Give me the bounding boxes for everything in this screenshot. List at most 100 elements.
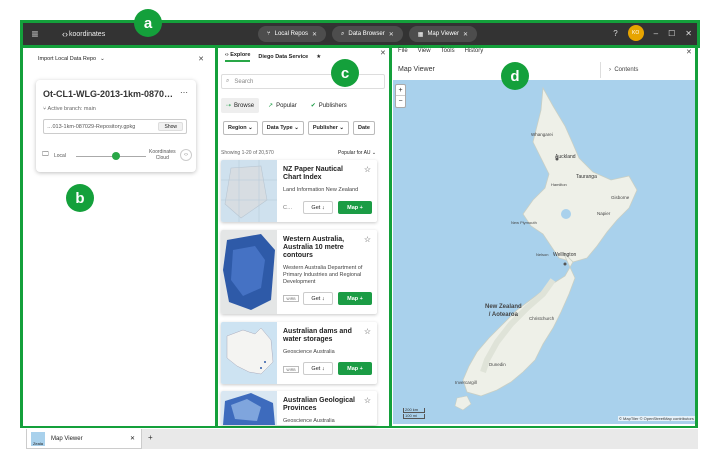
map-canvas[interactable]: Auckland Tauranga Whangarei Gisborne Nap… bbox=[393, 80, 695, 424]
dataset-thumbnail bbox=[221, 391, 277, 425]
menu-tools[interactable]: Tools bbox=[441, 48, 455, 54]
dataset-thumbnail bbox=[221, 230, 277, 314]
map-label-new-plymouth: New Plymouth bbox=[511, 220, 537, 225]
map-button[interactable]: Map + bbox=[338, 292, 372, 305]
publisher-logo: C… bbox=[283, 205, 293, 211]
star-icon[interactable]: ★ bbox=[316, 54, 321, 60]
tab-explore[interactable]: ‹› Explore bbox=[225, 52, 251, 62]
callout-d: d bbox=[501, 62, 529, 90]
contents-toggle[interactable]: › Contents bbox=[600, 62, 694, 78]
close-icon[interactable]: ✕ bbox=[380, 49, 386, 57]
get-button[interactable]: Get ↓ bbox=[303, 201, 333, 214]
result-count: Showing 1-20 of 20,570 bbox=[221, 150, 274, 156]
repo-title: Ot-CL1-WLG-2013-1km-0870… bbox=[43, 89, 174, 99]
chevron-down-icon: ⌄ bbox=[100, 56, 105, 62]
publisher-logo: WIRB bbox=[283, 366, 299, 373]
dataset-publisher: Land Information New Zealand bbox=[283, 187, 359, 193]
zoom-controls: + − bbox=[395, 84, 406, 108]
repo-card[interactable]: Ot-CL1-WLG-2013-1km-0870… ⋯ ⑂ Active bra… bbox=[36, 80, 196, 172]
bottom-tab-bar: Zeala Map Viewer ✕ + bbox=[0, 428, 720, 469]
dataset-title[interactable]: Australian dams and water storages bbox=[283, 328, 361, 344]
map-label-dunedin: Dunedin bbox=[489, 362, 506, 367]
nav-popular[interactable]: ↗ Popular bbox=[263, 98, 302, 113]
map-label-christchurch: Christchurch bbox=[529, 316, 555, 321]
tab-data-service[interactable]: Diego Data Service bbox=[258, 54, 308, 60]
dataset-publisher: Geoscience Australia bbox=[283, 418, 335, 424]
filter-publisher[interactable]: Publisher ⌄ bbox=[307, 121, 350, 135]
dataset-card[interactable]: Western Australia, Australia 10 metre co… bbox=[221, 230, 377, 314]
explore-icon: ‹› bbox=[225, 52, 229, 58]
menu-history[interactable]: History bbox=[465, 48, 484, 54]
close-icon[interactable]: ✕ bbox=[198, 55, 204, 63]
sync-status: 🖵 Local Koordinates Cloud ‹› bbox=[36, 144, 196, 172]
map-button[interactable]: Map + bbox=[338, 362, 372, 375]
dataset-publisher: Geoscience Australia bbox=[283, 349, 335, 355]
browse-icon: ⇢ bbox=[226, 103, 232, 109]
map-label-napier: Napier bbox=[597, 211, 611, 216]
import-repo-button[interactable]: Import Local Data Repo ⌄ bbox=[38, 56, 105, 62]
zoom-out-button[interactable]: − bbox=[396, 96, 405, 107]
more-icon[interactable]: ⋯ bbox=[180, 88, 188, 97]
dataset-card[interactable]: Australian dams and water storages Geosc… bbox=[221, 322, 377, 384]
map-viewer-title: Map Viewer bbox=[398, 66, 435, 73]
add-tab-icon[interactable]: + bbox=[148, 433, 153, 442]
filter-data-type[interactable]: Data Type ⌄ bbox=[261, 121, 304, 135]
map-label-gisborne: Gisborne bbox=[611, 195, 630, 200]
dataset-card[interactable]: NZ Paper Nautical Chart Index Land Infor… bbox=[221, 160, 377, 222]
dataset-title[interactable]: Western Australia, Australia 10 metre co… bbox=[283, 236, 361, 260]
close-icon[interactable]: ✕ bbox=[130, 435, 135, 442]
map-label-whangarei: Whangarei bbox=[531, 132, 553, 137]
sort-select[interactable]: Popular for AU ⌄ bbox=[338, 150, 376, 156]
menu-file[interactable]: File bbox=[398, 48, 408, 54]
nav-browse[interactable]: ⇢ Browse bbox=[221, 98, 260, 113]
sync-ok-icon bbox=[112, 152, 120, 160]
star-icon[interactable]: ☆ bbox=[364, 165, 371, 174]
branch-icon: ⑂ bbox=[43, 106, 47, 112]
bottom-tab-map-viewer[interactable]: Zeala Map Viewer ✕ bbox=[26, 429, 142, 449]
search-input[interactable]: ⌕ Search bbox=[221, 74, 385, 89]
browser-tabs: ‹› Explore Diego Data Service ★ bbox=[221, 49, 386, 65]
filter-date[interactable]: Date bbox=[353, 121, 375, 135]
filter-region[interactable]: Region ⌄ bbox=[223, 121, 258, 135]
sync-line bbox=[76, 156, 146, 157]
app-window: ≡ ‹› koordinates ⑂ Local Repos ✕ ⌕ Data … bbox=[0, 0, 720, 469]
star-icon[interactable]: ☆ bbox=[364, 327, 371, 336]
map-label-auckland: Auckland bbox=[555, 154, 576, 160]
map-label-country: New Zealand / Aotearoa bbox=[485, 304, 522, 318]
map-label-invercargill: Invercargill bbox=[455, 380, 477, 385]
dataset-publisher: Western Australia Department of Primary … bbox=[283, 265, 363, 285]
cloud-label: Koordinates Cloud bbox=[149, 149, 176, 161]
cloud-icon: ‹› bbox=[180, 149, 192, 161]
branch-label: ⑂ Active branch: main bbox=[43, 106, 96, 112]
scale-bar: 200 km 100 mi bbox=[403, 408, 425, 420]
browse-nav: ⇢ Browse ↗ Popular ✔ Publishers bbox=[221, 98, 381, 113]
callout-c: c bbox=[331, 59, 359, 87]
tab-strip bbox=[141, 429, 698, 449]
local-label: Local bbox=[54, 153, 66, 159]
callout-b: b bbox=[66, 184, 94, 212]
repo-file-field: …013-1km-087029-Repository.gpkg Show bbox=[43, 119, 187, 134]
map-button[interactable]: Map + bbox=[338, 201, 372, 214]
star-icon[interactable]: ☆ bbox=[364, 235, 371, 244]
filter-bar: Region ⌄ Data Type ⌄ Publisher ⌄ Date bbox=[223, 121, 385, 135]
frame-a bbox=[20, 20, 700, 48]
dataset-card[interactable]: Australian Geological Provinces Geoscien… bbox=[221, 391, 377, 425]
zoom-in-button[interactable]: + bbox=[396, 85, 405, 96]
nav-publishers[interactable]: ✔ Publishers bbox=[306, 98, 352, 113]
star-icon[interactable]: ☆ bbox=[364, 396, 371, 405]
close-icon[interactable]: ✕ bbox=[686, 48, 692, 56]
publisher-logo: WIRB bbox=[283, 295, 299, 302]
show-button[interactable]: Show bbox=[158, 122, 183, 131]
map-label-wellington: Wellington bbox=[553, 252, 577, 258]
monitor-icon: 🖵 bbox=[42, 151, 49, 158]
dataset-title[interactable]: Australian Geological Provinces bbox=[283, 397, 361, 413]
get-button[interactable]: Get ↓ bbox=[303, 292, 333, 305]
map-label-nelson: Nelson bbox=[536, 252, 549, 257]
dataset-title[interactable]: NZ Paper Nautical Chart Index bbox=[283, 166, 361, 182]
get-button[interactable]: Get ↓ bbox=[303, 362, 333, 375]
local-repos-header: Import Local Data Repo ⌄ ✕ bbox=[24, 49, 214, 69]
search-icon: ⌕ bbox=[226, 78, 230, 84]
map-attribution[interactable]: © MapTiler © OpenStreetMap contributors bbox=[618, 416, 695, 421]
menu-view[interactable]: View bbox=[418, 48, 431, 54]
dataset-thumbnail bbox=[221, 322, 277, 384]
